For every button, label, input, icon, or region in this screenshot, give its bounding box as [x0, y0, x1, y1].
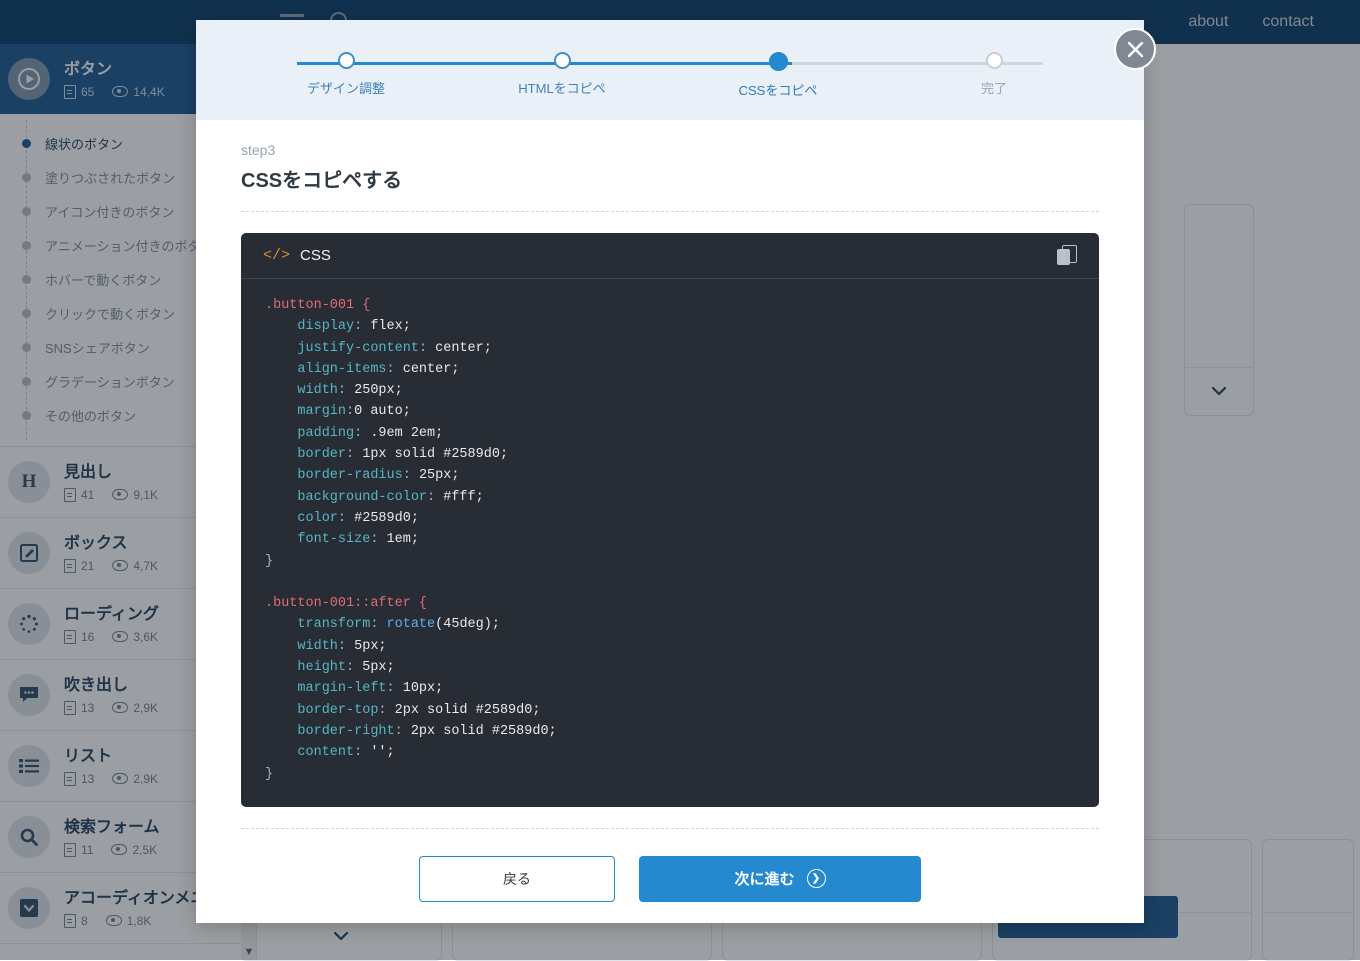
code-line: margin:0 auto; — [297, 404, 411, 420]
divider-bottom — [241, 827, 1099, 829]
code-line: .button-001::after { — [265, 596, 428, 612]
code-tag-icon: </> — [263, 247, 291, 264]
step-label: HTMLをコピペ — [518, 81, 606, 96]
divider-top — [241, 211, 1099, 212]
code-line: } — [265, 553, 274, 569]
step-dot-icon — [768, 52, 788, 71]
step-dot-icon — [985, 52, 1003, 69]
code-line: border-radius: 25px; — [297, 468, 460, 484]
code-panel-header: </> CSS — [241, 233, 1099, 279]
code-line: width: 5px; — [297, 638, 387, 654]
modal-body: step3 CSSをコピペする </> CSS .button-001 { di… — [196, 120, 1144, 923]
code-content[interactable]: .button-001 { display: flex; justify-con… — [241, 279, 1099, 807]
code-line: border-top: 2px solid #2589d0; — [297, 702, 541, 718]
code-line: } — [265, 766, 274, 782]
code-line: padding: .9em 2em; — [297, 425, 444, 441]
code-line: color: #2589d0; — [297, 510, 419, 526]
code-line: .button-001 { — [265, 298, 371, 313]
chevron-right-icon: ❯ — [806, 869, 826, 889]
code-line: content: ''; — [297, 745, 395, 761]
code-language-label: CSS — [300, 247, 331, 264]
code-line: transform: rotate(45deg); — [297, 617, 500, 633]
code-line: font-size: 1em; — [297, 532, 419, 548]
code-line: align-items: center; — [297, 361, 460, 377]
step-2[interactable]: HTMLをコピペ — [502, 52, 622, 99]
step-label: CSSをコピペ — [738, 83, 818, 98]
step-dot-icon — [337, 52, 355, 69]
step-modal: デザイン調整 HTMLをコピペ CSSをコピペ 完了 step3 CSSをコピペ… — [196, 20, 1156, 923]
step-3[interactable]: CSSをコピペ — [718, 52, 838, 99]
step-label: 完了 — [980, 81, 1007, 96]
code-line: margin-left: 10px; — [297, 681, 444, 697]
code-line: background-color: #fff; — [297, 489, 484, 505]
code-line: display: flex; — [297, 319, 411, 335]
code-line: height: 5px; — [297, 660, 395, 676]
step-dot-icon — [553, 52, 571, 69]
step-progress-indicator: デザイン調整 HTMLをコピペ CSSをコピペ 完了 — [196, 20, 1144, 120]
step-label: デザイン調整 — [306, 81, 385, 96]
copy-icon[interactable] — [1057, 244, 1077, 267]
code-line: justify-content: center; — [297, 340, 492, 356]
modal-actions: 戻る 次に進む ❯ — [241, 855, 1099, 902]
page-title: CSSをコピペする — [241, 170, 403, 192]
close-icon[interactable] — [1114, 28, 1156, 70]
next-button[interactable]: 次に進む ❯ — [639, 855, 921, 902]
code-line: border-right: 2px solid #2589d0; — [297, 723, 557, 739]
code-line: border: 1px solid #2589d0; — [297, 447, 509, 463]
back-button[interactable]: 戻る — [419, 855, 615, 902]
step-4[interactable]: 完了 — [934, 52, 1054, 99]
step-1[interactable]: デザイン調整 — [286, 52, 406, 99]
code-panel: </> CSS .button-001 { display: flex; jus… — [241, 233, 1099, 807]
code-line: width: 250px; — [297, 383, 403, 399]
step-kicker: step3 — [241, 142, 276, 158]
next-button-label: 次に進む — [734, 871, 795, 889]
